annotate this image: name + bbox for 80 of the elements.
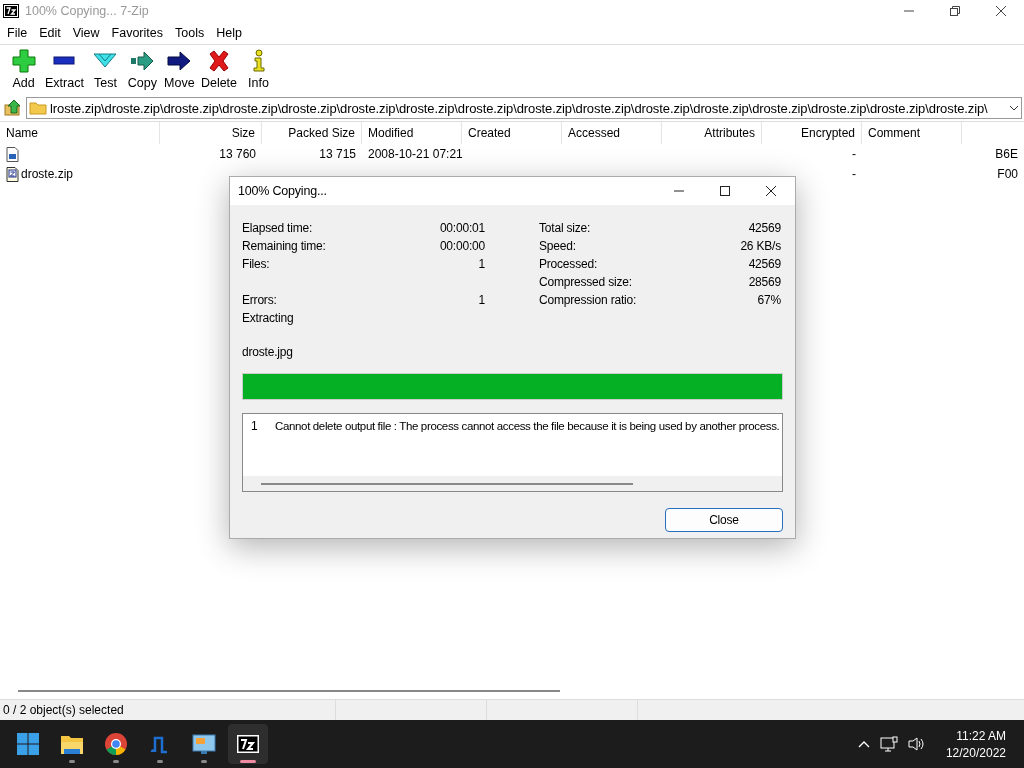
taskbar-button[interactable]: [228, 724, 268, 764]
operation-label: Extracting: [242, 311, 294, 325]
file-name[interactable]: droste.zip: [21, 167, 74, 181]
stat-value: 28569: [748, 275, 781, 289]
stat-label: Errors:: [242, 293, 277, 307]
stat-label: Elapsed time:: [242, 221, 313, 235]
toolbar-button[interactable]: Delete: [197, 45, 241, 90]
table-cell-text: 2008-10-21 07:21: [367, 147, 462, 161]
stat-value: 42569: [748, 221, 781, 235]
scrollbar-thumb[interactable]: [18, 690, 560, 692]
stat-value: 00:00:00: [439, 239, 485, 253]
column-header[interactable]: Comment: [862, 122, 962, 144]
table-cell-text: -: [851, 167, 857, 181]
stat-label: Remaining time:: [242, 239, 326, 253]
error-number: 1: [251, 419, 259, 433]
menu-item[interactable]: Favorites: [103, 26, 167, 40]
stat-label: Files:: [242, 257, 270, 271]
column-header[interactable]: Created: [462, 122, 562, 144]
table-cell-text: 13 715: [318, 147, 357, 161]
scrollbar-thumb[interactable]: [261, 482, 633, 485]
column-header[interactable]: Packed Size: [262, 122, 362, 144]
table-cell-text: 13 760: [218, 147, 257, 161]
toolbar-button[interactable]: Info: [240, 45, 278, 90]
toolbar-button[interactable]: Test: [86, 45, 124, 90]
table-cell-text: -: [851, 147, 857, 161]
folder-icon: [29, 101, 47, 115]
stat-value: 1: [478, 293, 485, 307]
clock[interactable]: 11:22 AM 12/20/2022: [945, 728, 1006, 760]
move-icon: [167, 49, 192, 73]
restore-icon[interactable]: [949, 5, 961, 17]
chevron-up-icon[interactable]: [857, 740, 870, 748]
stat-label: Compressed size:: [539, 275, 632, 289]
dialog-title: 100% Copying...: [238, 184, 327, 198]
column-header[interactable]: Size: [160, 122, 262, 144]
menu-item[interactable]: Help: [208, 26, 246, 40]
archiver-logo-icon: [236, 732, 260, 756]
toolbar-button[interactable]: Move: [160, 45, 198, 90]
network-icon[interactable]: [879, 736, 898, 752]
column-header[interactable]: Name: [0, 122, 160, 144]
windows-logo-icon: [16, 732, 40, 756]
address-field[interactable]: lroste.zip\droste.zip\droste.zip\droste.zip\droste.zip\droste.zip\droste.zip\droste.zip\droste.zip\droste.zip\droste.zip\droste.zip\droste.zip\droste.zip\droste.zip\droste.zip\: [26, 97, 1022, 119]
close-icon[interactable]: [995, 5, 1007, 17]
archive-file-icon: [6, 166, 19, 182]
column-header[interactable]: Modified: [362, 122, 462, 144]
add-icon: [11, 49, 36, 73]
stat-label: Speed:: [539, 239, 576, 253]
monitor-icon: [192, 732, 216, 756]
table-cell-text: B6E: [994, 147, 1019, 161]
toolbar-button[interactable]: Add: [5, 45, 42, 90]
stat-value: 00:00:01: [439, 221, 485, 235]
browser-icon: [104, 732, 128, 756]
close-button[interactable]: Close: [665, 508, 783, 532]
stat-value: 42569: [748, 257, 781, 271]
menu-item[interactable]: Edit: [31, 26, 65, 40]
column-header[interactable]: Accessed: [562, 122, 662, 144]
toolbar-button[interactable]: Extract: [42, 45, 87, 90]
window-title: 100% Copying... 7-Zip: [25, 4, 149, 18]
stat-value: 67%: [757, 293, 781, 307]
image-file-icon: [6, 146, 19, 162]
folder-up-icon[interactable]: [4, 99, 22, 117]
menu-item[interactable]: Tools: [167, 26, 209, 40]
stat-label: Total size:: [539, 221, 591, 235]
error-message: Cannot delete output file : The process cannot access the file because it is being used by another process.: [275, 420, 780, 432]
stat-value: 26 KB/s: [740, 239, 781, 253]
stat-label: Processed:: [539, 257, 598, 271]
stat-label: Compression ratio:: [539, 293, 637, 307]
current-file: droste.jpg: [242, 345, 293, 359]
volume-icon[interactable]: [907, 736, 926, 752]
chevron-down-icon[interactable]: [1009, 105, 1019, 111]
copy-icon: [130, 49, 155, 73]
menu-item[interactable]: File: [0, 26, 32, 40]
close-icon[interactable]: [765, 185, 777, 197]
stat-value: 1: [478, 257, 485, 271]
menu-item[interactable]: View: [64, 26, 104, 40]
table-cell-text: F00: [996, 167, 1019, 181]
maximize-icon[interactable]: [719, 185, 731, 197]
column-header[interactable]: Attributes: [662, 122, 762, 144]
app-logo-icon: [3, 4, 19, 18]
column-header[interactable]: Encrypted: [762, 122, 862, 144]
toolbar-button[interactable]: Copy: [123, 45, 161, 90]
